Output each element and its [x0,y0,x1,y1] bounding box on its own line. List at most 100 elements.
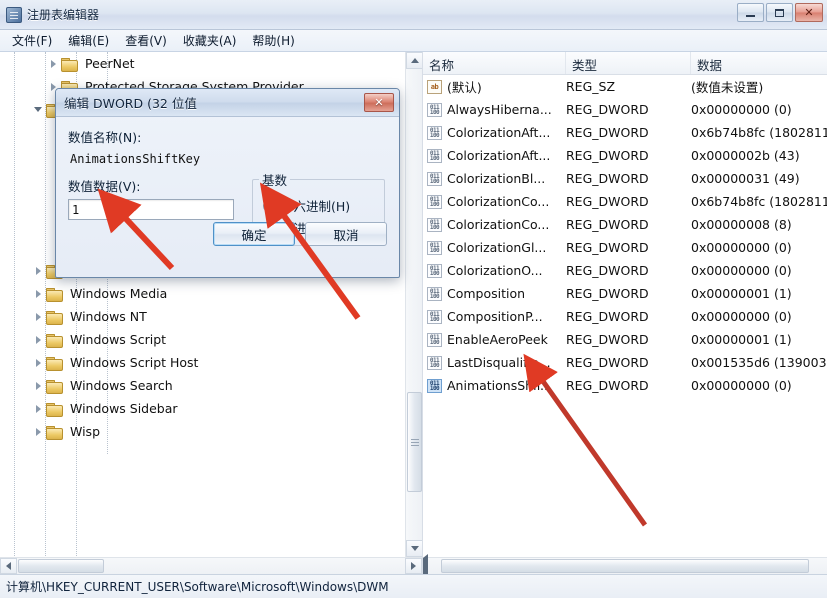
tree-item-windows-script[interactable]: Windows Script [0,328,405,351]
tree-horizontal-scrollbar[interactable] [0,557,422,574]
value-name-text: AlwaysHiberna... [447,102,552,117]
list-horizontal-scrollbar[interactable] [423,557,827,574]
expander-expand-icon[interactable] [30,424,46,440]
expander-expand-icon[interactable] [30,263,46,279]
title-bar: 注册表编辑器 ✕ [0,0,827,30]
menu-favorites[interactable]: 收藏夹(A) [175,30,245,51]
column-header-name[interactable]: 名称 [423,52,566,74]
close-button[interactable]: ✕ [795,3,823,22]
tree-item-label: Wisp [67,423,103,440]
list-header: 名称 类型 数据 [423,52,827,75]
value-data-input[interactable] [68,199,234,220]
expander-collapse-icon[interactable] [30,102,46,118]
tree-item-peernet[interactable]: PeerNet [0,52,405,75]
tree-vertical-scrollbar[interactable] [405,52,422,557]
table-row[interactable]: 011100AlwaysHiberna...REG_DWORD0x0000000… [423,98,827,121]
column-header-type[interactable]: 类型 [566,52,691,74]
cell-value-data: 0x00000001 (1) [691,332,827,347]
tree-item-label: Windows Search [67,377,176,394]
table-row[interactable]: 011100ColorizationO...REG_DWORD0x0000000… [423,259,827,282]
table-row[interactable]: 011100EnableAeroPeekREG_DWORD0x00000001 … [423,328,827,351]
tree-item-windows-sidebar[interactable]: Windows Sidebar [0,397,405,420]
cancel-button[interactable]: 取消 [305,222,387,246]
cell-value-type: REG_DWORD [566,217,691,232]
table-row[interactable]: 011100ColorizationBl...REG_DWORD0x000000… [423,167,827,190]
ok-button[interactable]: 确定 [213,222,295,246]
dialog-close-button[interactable]: ✕ [364,93,394,112]
cell-value-data: 0x6b74b8fc (1802811644) [691,125,827,140]
tree-item-windows-media[interactable]: Windows Media [0,282,405,305]
table-row[interactable]: 011100ColorizationGl...REG_DWORD0x000000… [423,236,827,259]
value-name-text: Composition [447,286,525,301]
cell-value-data: 0x00000000 (0) [691,309,827,324]
cell-value-data: (数值未设置) [691,77,827,96]
list-hscroll-thumb[interactable] [441,559,809,573]
tree-item-windows-search[interactable]: Windows Search [0,374,405,397]
minimize-icon [746,15,755,17]
minimize-button[interactable] [737,3,764,22]
table-row[interactable]: 011100AnimationsShif...REG_DWORD0x000000… [423,374,827,397]
cell-value-type: REG_DWORD [566,240,691,255]
tree-item-label: Windows Media [67,285,170,302]
expander-expand-icon[interactable] [30,378,46,394]
table-row[interactable]: 011100CompositionREG_DWORD0x00000001 (1) [423,282,827,305]
table-row[interactable]: 011100LastDisqualifie...REG_DWORD0x00153… [423,351,827,374]
base-legend: 基数 [259,170,290,189]
cell-value-data: 0x00000000 (0) [691,263,827,278]
dword-value-icon: 011100 [427,333,442,347]
cell-value-type: REG_DWORD [566,102,691,117]
scroll-right-button[interactable] [405,558,422,574]
cell-value-data: 0x00000000 (0) [691,102,827,117]
window-title: 注册表编辑器 [27,6,99,23]
scroll-up-button[interactable] [406,52,423,69]
cell-value-data: 0x00000031 (49) [691,171,827,186]
maximize-button[interactable] [766,3,793,22]
table-row[interactable]: 011100ColorizationCo...REG_DWORD0x000000… [423,213,827,236]
table-row[interactable]: ab(默认)REG_SZ(数值未设置) [423,75,827,98]
scroll-down-button[interactable] [406,540,423,557]
value-name-text: ColorizationCo... [447,194,549,209]
string-value-icon: ab [427,80,442,94]
menu-help[interactable]: 帮助(H) [244,30,302,51]
tree-item-windows-script-host[interactable]: Windows Script Host [0,351,405,374]
edit-dword-dialog: 编辑 DWORD (32 位值 ✕ 数值名称(N): AnimationsShi… [55,88,400,278]
expander-expand-icon[interactable] [30,309,46,325]
expander-expand-icon[interactable] [45,56,61,72]
radio-hexadecimal[interactable]: 十六进制(H) [263,196,378,215]
tree-item-wisp[interactable]: Wisp [0,420,405,443]
table-row[interactable]: 011100ColorizationAft...REG_DWORD0x00000… [423,144,827,167]
cell-value-name: 011100EnableAeroPeek [423,332,566,347]
expander-expand-icon[interactable] [30,332,46,348]
tree-hscroll-thumb[interactable] [18,559,104,573]
menu-view[interactable]: 查看(V) [117,30,175,51]
expander-expand-icon[interactable] [30,355,46,371]
registry-values-list[interactable]: ab(默认)REG_SZ(数值未设置)011100AlwaysHiberna..… [423,75,827,557]
cell-value-name: 011100AnimationsShif... [423,378,566,393]
tree-item-windows-nt[interactable]: Windows NT [0,305,405,328]
expander-expand-icon[interactable] [30,286,46,302]
table-row[interactable]: 011100ColorizationCo...REG_DWORD0x6b74b8… [423,190,827,213]
menu-edit[interactable]: 编辑(E) [60,30,117,51]
tree-item-label: Windows Script [67,331,169,348]
table-row[interactable]: 011100CompositionP...REG_DWORD0x00000000… [423,305,827,328]
cell-value-type: REG_DWORD [566,171,691,186]
folder-icon [46,379,63,393]
column-header-data[interactable]: 数据 [691,52,827,74]
chevron-right-icon [411,562,416,570]
scroll-left-button[interactable] [0,558,17,574]
cell-value-type: REG_DWORD [566,125,691,140]
value-name-field[interactable]: AnimationsShiftKey [68,150,387,170]
menu-file[interactable]: 文件(F) [4,30,60,51]
menu-bar: 文件(F) 编辑(E) 查看(V) 收藏夹(A) 帮助(H) [0,30,827,52]
value-name-text: CompositionP... [447,309,543,324]
chevron-down-icon [411,546,419,551]
expander-expand-icon[interactable] [30,401,46,417]
cell-value-type: REG_DWORD [566,355,691,370]
tree-scroll-thumb[interactable] [407,392,422,492]
dword-value-icon: 011100 [427,172,442,186]
cell-value-data: 0x00000000 (0) [691,378,827,393]
table-row[interactable]: 011100ColorizationAft...REG_DWORD0x6b74b… [423,121,827,144]
cell-value-data: 0x0000002b (43) [691,148,827,163]
value-name-text: (默认) [447,77,482,96]
cell-value-name: 011100CompositionP... [423,309,566,324]
